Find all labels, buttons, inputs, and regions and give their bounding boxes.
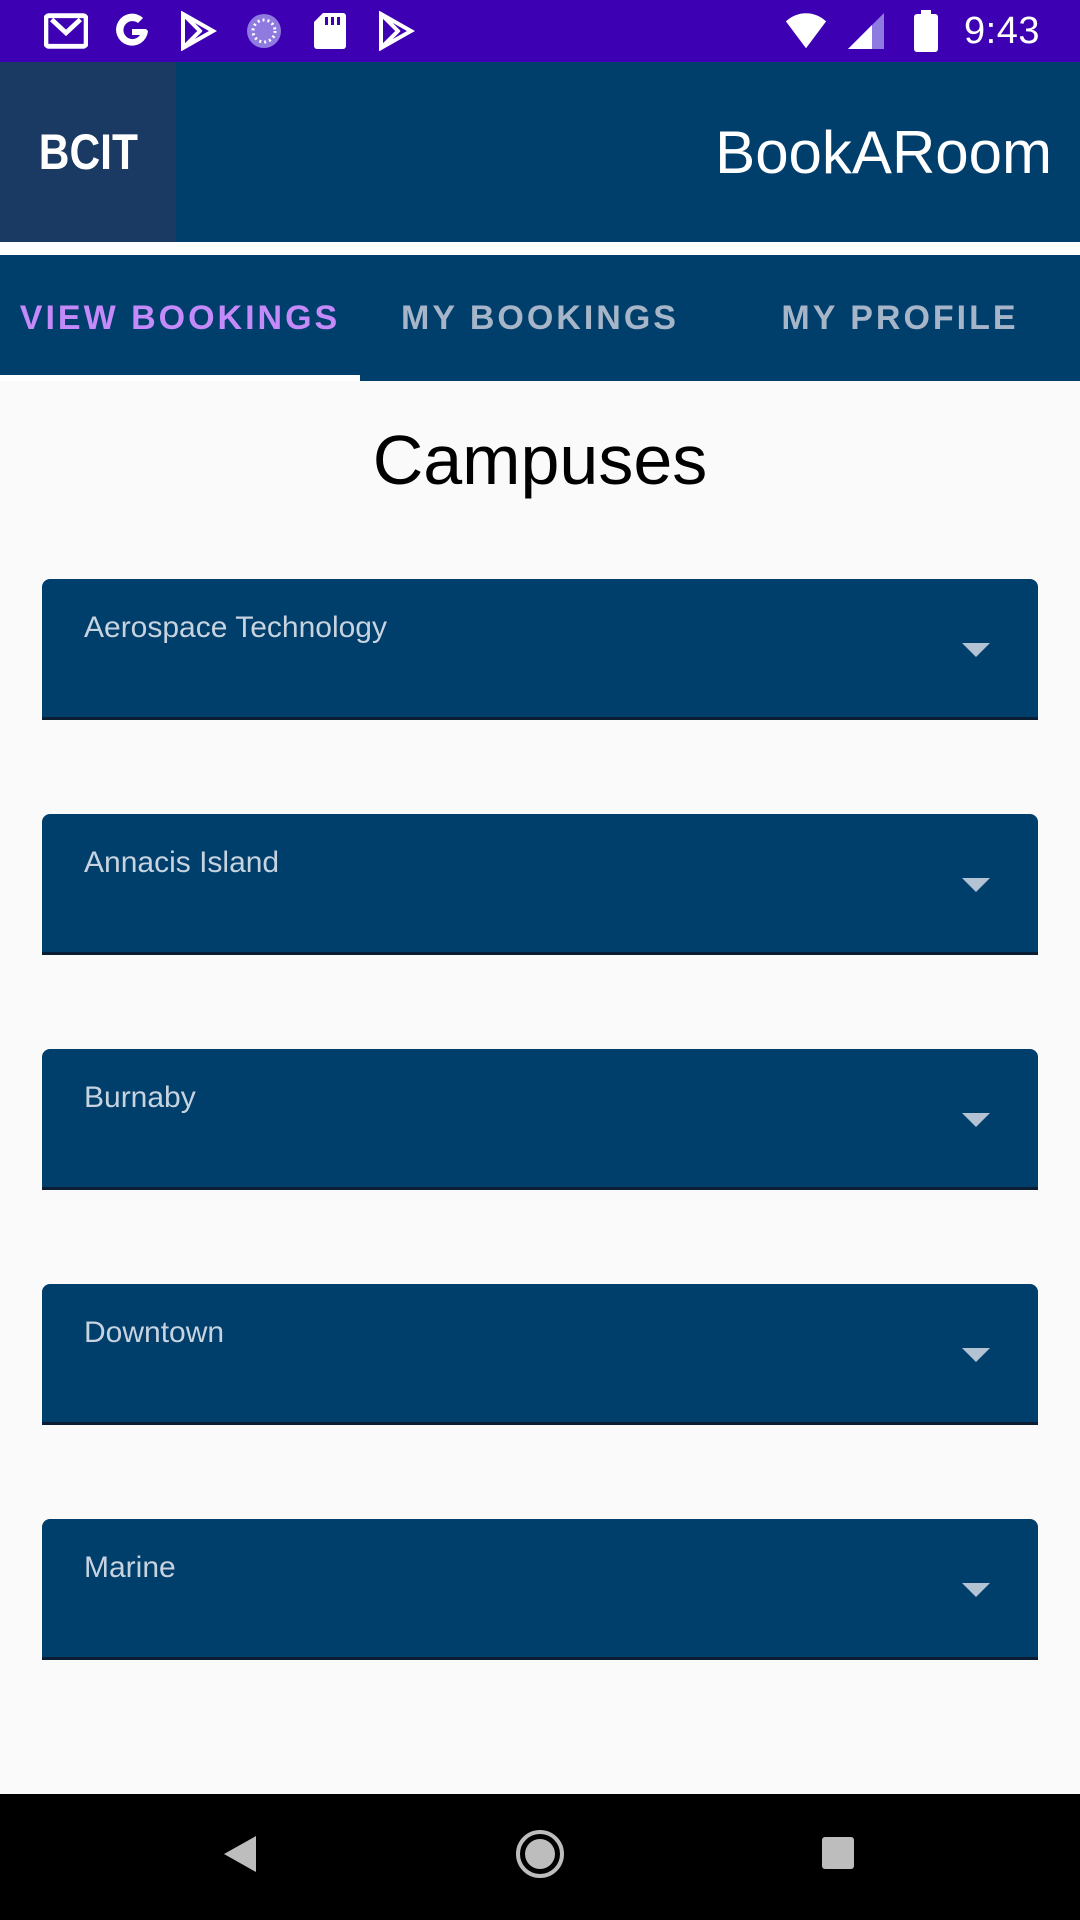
campus-dropdown-marine[interactable]: Marine xyxy=(42,1519,1038,1660)
dropdown-arrow-icon xyxy=(962,643,990,657)
campus-dropdown-annacis-island[interactable]: Annacis Island xyxy=(42,814,1038,955)
clock: 9:43 xyxy=(964,9,1040,52)
wifi-icon xyxy=(784,9,828,53)
app-bar: BCIT BookARoom xyxy=(0,62,1080,242)
play-store-icon xyxy=(176,9,220,53)
navigation-bar xyxy=(0,1794,1080,1920)
status-bar: 9:43 xyxy=(0,0,1080,62)
loading-icon xyxy=(242,9,286,53)
dropdown-arrow-icon xyxy=(962,878,990,892)
recents-icon[interactable] xyxy=(821,1836,855,1870)
dropdown-label: Aerospace Technology xyxy=(84,611,387,644)
dropdown-label: Burnaby xyxy=(84,1081,196,1114)
page-title: Campuses xyxy=(372,421,708,499)
campus-dropdown-downtown[interactable]: Downtown xyxy=(42,1284,1038,1425)
tab-view-bookings[interactable]: VIEW BOOKINGS xyxy=(0,255,360,381)
campus-dropdown-burnaby[interactable]: Burnaby xyxy=(42,1049,1038,1190)
campus-dropdown-aerospace-technology[interactable]: Aerospace Technology xyxy=(42,579,1038,720)
dropdown-label: Marine xyxy=(84,1551,176,1584)
campus-list: Aerospace Technology Annacis Island Burn… xyxy=(42,579,1038,1754)
battery-icon xyxy=(904,9,948,53)
divider xyxy=(0,242,1080,255)
play-store-icon xyxy=(374,9,418,53)
system-icons: 9:43 xyxy=(784,9,1040,53)
signal-icon xyxy=(844,9,888,53)
tab-my-bookings[interactable]: MY BOOKINGS xyxy=(360,255,720,381)
gmail-icon xyxy=(44,9,88,53)
dropdown-label: Downtown xyxy=(84,1316,225,1349)
app-title: BookARoom xyxy=(715,118,1052,186)
dropdown-label: Annacis Island xyxy=(84,846,280,879)
back-icon[interactable] xyxy=(222,1834,258,1874)
dropdown-arrow-icon xyxy=(962,1583,990,1597)
logo-text: BCIT xyxy=(38,124,138,180)
tab-bar: VIEW BOOKINGS MY BOOKINGS MY PROFILE xyxy=(0,255,1080,381)
sd-card-icon xyxy=(308,9,352,53)
dropdown-arrow-icon xyxy=(962,1113,990,1127)
dropdown-arrow-icon xyxy=(962,1348,990,1362)
tab-my-profile[interactable]: MY PROFILE xyxy=(720,255,1080,381)
logo: BCIT xyxy=(0,62,176,242)
notification-icons xyxy=(44,9,418,53)
home-icon[interactable] xyxy=(514,1828,566,1880)
google-icon xyxy=(110,9,154,53)
